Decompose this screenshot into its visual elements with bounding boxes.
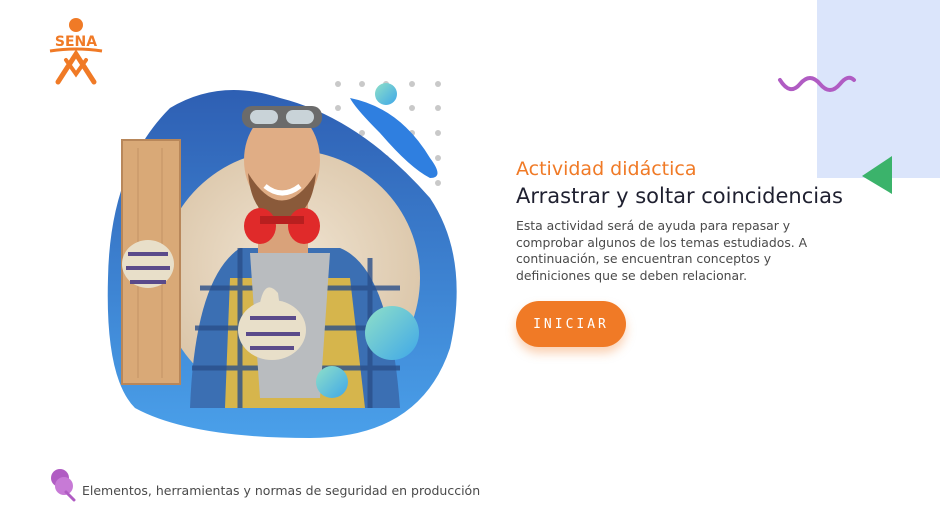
- activity-description: Esta actividad será de ayuda para repasa…: [516, 218, 808, 283]
- activity-eyebrow: Actividad didáctica: [516, 158, 697, 180]
- sena-logo-mark: SENA: [49, 18, 103, 85]
- triangle-decoration: [862, 156, 892, 194]
- activity-intro: Actividad didáctica Arrastrar y soltar c…: [516, 158, 856, 284]
- activity-title: Arrastrar y soltar coincidencias: [516, 184, 843, 208]
- squiggle-decoration: [778, 75, 856, 92]
- sena-logo: SENA: [40, 16, 112, 86]
- hero-illustration: [100, 78, 480, 458]
- pin-icon: [51, 469, 76, 502]
- start-button[interactable]: INICIAR: [516, 301, 626, 347]
- course-title: Elementos, herramientas y normas de segu…: [82, 483, 481, 498]
- footer: Elementos, herramientas y normas de segu…: [48, 466, 480, 502]
